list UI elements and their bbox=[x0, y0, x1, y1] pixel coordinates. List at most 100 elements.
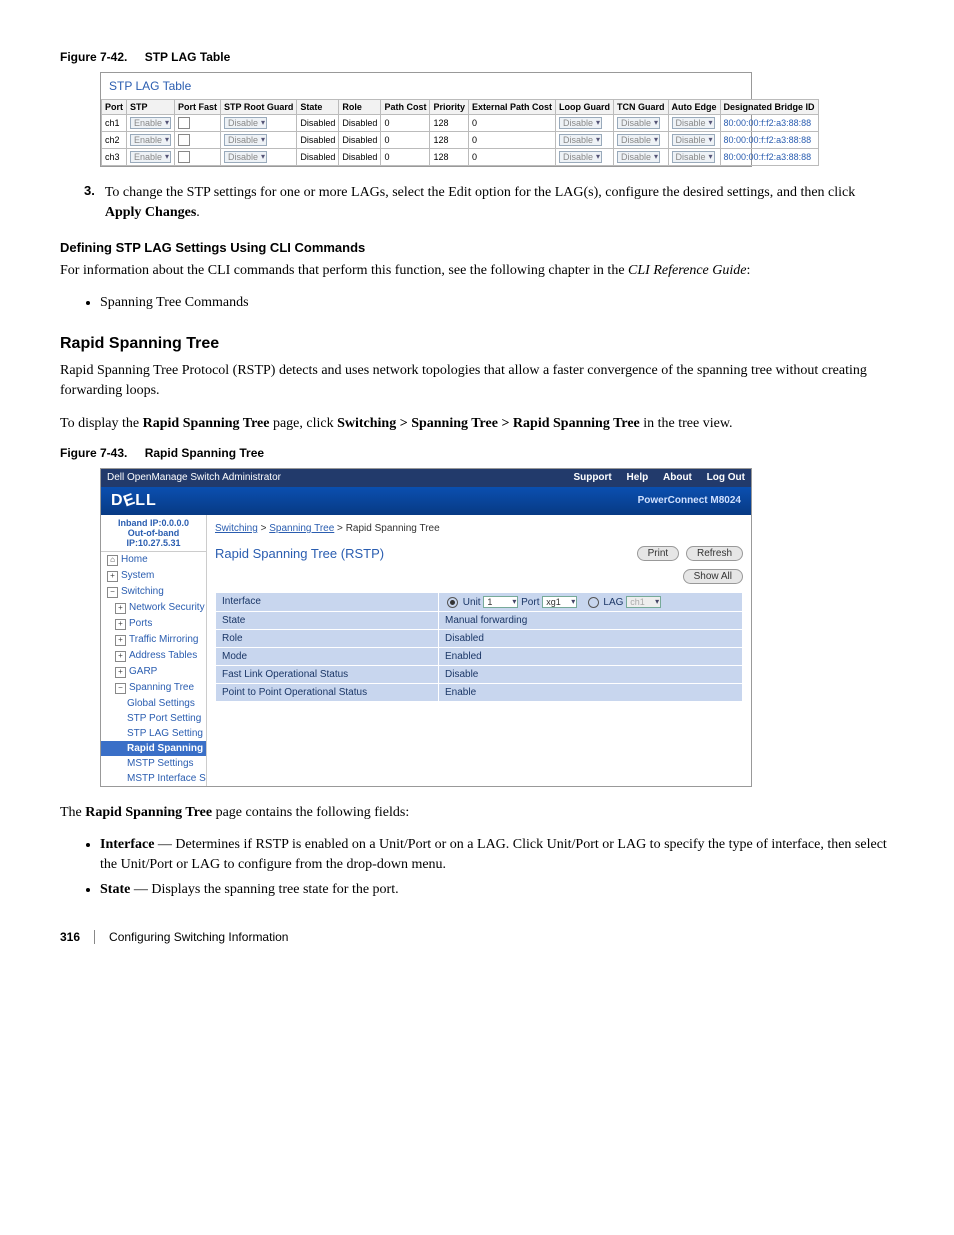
fig742-title: STP LAG Table bbox=[145, 50, 231, 64]
content-panel: Switching > Spanning Tree > Rapid Spanni… bbox=[207, 515, 751, 786]
th-port-fast: Port Fast bbox=[175, 100, 221, 115]
label-p2p: Point to Point Operational Status bbox=[216, 683, 439, 701]
cell-path-cost: 0 bbox=[381, 115, 430, 132]
refresh-button[interactable]: Refresh bbox=[686, 546, 743, 561]
value-p2p: Enable bbox=[439, 683, 743, 701]
cell-root-guard[interactable]: Disable bbox=[221, 115, 297, 132]
table-row: ch2 Enable Disable Disabled Disabled 0 1… bbox=[102, 132, 819, 149]
cell-loop-guard[interactable]: Disable bbox=[556, 149, 614, 166]
print-button[interactable]: Print bbox=[637, 546, 680, 561]
th-priority: Priority bbox=[430, 100, 469, 115]
step-3: 3. To change the STP settings for one or… bbox=[84, 183, 894, 222]
value-mode: Enabled bbox=[439, 647, 743, 665]
th-role: Role bbox=[339, 100, 381, 115]
cell-port-fast[interactable] bbox=[175, 115, 221, 132]
page-footer: 316 Configuring Switching Information bbox=[60, 930, 894, 944]
inband-ip: Inband IP:0.0.0.0 bbox=[103, 518, 204, 528]
unit-select[interactable]: 1 bbox=[483, 596, 518, 608]
rstp-p1: Rapid Spanning Tree Protocol (RSTP) dete… bbox=[60, 361, 894, 402]
cell-port-fast[interactable] bbox=[175, 149, 221, 166]
tree-system[interactable]: +System bbox=[101, 568, 206, 584]
label-role: Role bbox=[216, 629, 439, 647]
th-path-cost: Path Cost bbox=[381, 100, 430, 115]
cell-port: ch1 bbox=[102, 115, 127, 132]
port-label: Port bbox=[521, 597, 539, 608]
fig743-num: Figure 7-43. bbox=[60, 446, 127, 460]
cli-p1a: For information about the CLI commands t… bbox=[60, 263, 628, 278]
cli-bullet-list: Spanning Tree Commands bbox=[100, 293, 894, 313]
plus-icon: + bbox=[115, 635, 126, 646]
cell-tcn-guard[interactable]: Disable bbox=[614, 132, 669, 149]
row-interface: Interface Unit 1 Port xg1 LAG ch1 bbox=[216, 592, 743, 611]
tree-home[interactable]: ⌂Home bbox=[101, 552, 206, 568]
tree-address-tables[interactable]: +Address Tables bbox=[101, 648, 206, 664]
cell-priority[interactable]: 128 bbox=[430, 149, 469, 166]
port-select[interactable]: xg1 bbox=[542, 596, 577, 608]
cell-port-fast[interactable] bbox=[175, 132, 221, 149]
cell-root-guard[interactable]: Disable bbox=[221, 132, 297, 149]
tree-spanning-tree[interactable]: −Spanning Tree bbox=[101, 680, 206, 696]
tree-traffic-mirroring[interactable]: +Traffic Mirroring bbox=[101, 632, 206, 648]
show-all-button[interactable]: Show All bbox=[683, 569, 743, 584]
cell-root-guard[interactable]: Disable bbox=[221, 149, 297, 166]
nav-support[interactable]: Support bbox=[573, 472, 611, 483]
cell-stp[interactable]: Enable bbox=[127, 132, 175, 149]
page-number: 316 bbox=[60, 930, 80, 944]
cell-auto-edge[interactable]: Disable bbox=[668, 132, 720, 149]
after-p-a: The bbox=[60, 805, 85, 820]
radio-lag[interactable] bbox=[588, 597, 599, 608]
step-number: 3. bbox=[84, 183, 95, 222]
ip-info: Inband IP:0.0.0.0 Out-of-band IP:10.27.5… bbox=[101, 515, 206, 552]
cell-port: ch3 bbox=[102, 149, 127, 166]
cell-priority[interactable]: 128 bbox=[430, 132, 469, 149]
cell-auto-edge[interactable]: Disable bbox=[668, 115, 720, 132]
figure-7-43-caption: Figure 7-43. Rapid Spanning Tree bbox=[60, 446, 894, 460]
bullet-state: State — Displays the spanning tree state… bbox=[100, 880, 894, 900]
bc-switching[interactable]: Switching bbox=[215, 523, 258, 534]
th-ext-path-cost: External Path Cost bbox=[468, 100, 555, 115]
tree-network-security[interactable]: +Network Security bbox=[101, 600, 206, 616]
bc-current: Rapid Spanning Tree bbox=[346, 523, 440, 534]
cell-tcn-guard[interactable]: Disable bbox=[614, 115, 669, 132]
lag-select[interactable]: ch1 bbox=[626, 596, 661, 608]
plus-icon: + bbox=[115, 603, 126, 614]
cell-auto-edge[interactable]: Disable bbox=[668, 149, 720, 166]
cell-state: Disabled bbox=[297, 115, 339, 132]
nav-help[interactable]: Help bbox=[627, 472, 649, 483]
cell-ext-path-cost: 0 bbox=[468, 132, 555, 149]
bc-spanning-tree[interactable]: Spanning Tree bbox=[269, 523, 334, 534]
rstp-screenshot: Dell OpenManage Switch Administrator Sup… bbox=[100, 468, 752, 787]
tree-ports[interactable]: +Ports bbox=[101, 616, 206, 632]
minus-icon: − bbox=[115, 683, 126, 694]
table-row: ch3 Enable Disable Disabled Disabled 0 1… bbox=[102, 149, 819, 166]
chapter-title: Configuring Switching Information bbox=[109, 930, 288, 944]
nav-logout[interactable]: Log Out bbox=[707, 472, 745, 483]
cell-stp[interactable]: Enable bbox=[127, 149, 175, 166]
tree-rapid-spanning[interactable]: Rapid Spanning bbox=[101, 741, 206, 756]
tree-mstp-interface[interactable]: MSTP Interface S bbox=[101, 771, 206, 786]
cli-heading: Defining STP LAG Settings Using CLI Comm… bbox=[60, 240, 894, 255]
th-auto-edge: Auto Edge bbox=[668, 100, 720, 115]
radio-unit-port[interactable] bbox=[447, 597, 458, 608]
rstp-fields-intro: The Rapid Spanning Tree page contains th… bbox=[60, 803, 894, 823]
cell-loop-guard[interactable]: Disable bbox=[556, 115, 614, 132]
th-loop-guard: Loop Guard bbox=[556, 100, 614, 115]
cell-role: Disabled bbox=[339, 115, 381, 132]
tree-switching[interactable]: −Switching bbox=[101, 584, 206, 600]
tree-global-settings[interactable]: Global Settings bbox=[101, 696, 206, 711]
th-tcn-guard: TCN Guard bbox=[614, 100, 669, 115]
rstp-p2c: page, click bbox=[269, 416, 337, 431]
tree-stp-lag-setting[interactable]: STP LAG Setting bbox=[101, 726, 206, 741]
panel-title: Rapid Spanning Tree (RSTP) bbox=[215, 546, 384, 561]
cell-tcn-guard[interactable]: Disable bbox=[614, 149, 669, 166]
tree-garp[interactable]: +GARP bbox=[101, 664, 206, 680]
fig743-title: Rapid Spanning Tree bbox=[145, 446, 264, 460]
rstp-p2d: Switching > Spanning Tree > Rapid Spanni… bbox=[337, 416, 640, 431]
cell-priority[interactable]: 128 bbox=[430, 115, 469, 132]
cell-stp[interactable]: Enable bbox=[127, 115, 175, 132]
nav-about[interactable]: About bbox=[663, 472, 692, 483]
tree-mstp-settings[interactable]: MSTP Settings bbox=[101, 756, 206, 771]
tree-stp-port-setting[interactable]: STP Port Setting bbox=[101, 711, 206, 726]
value-state: Manual forwarding bbox=[439, 611, 743, 629]
cell-loop-guard[interactable]: Disable bbox=[556, 132, 614, 149]
